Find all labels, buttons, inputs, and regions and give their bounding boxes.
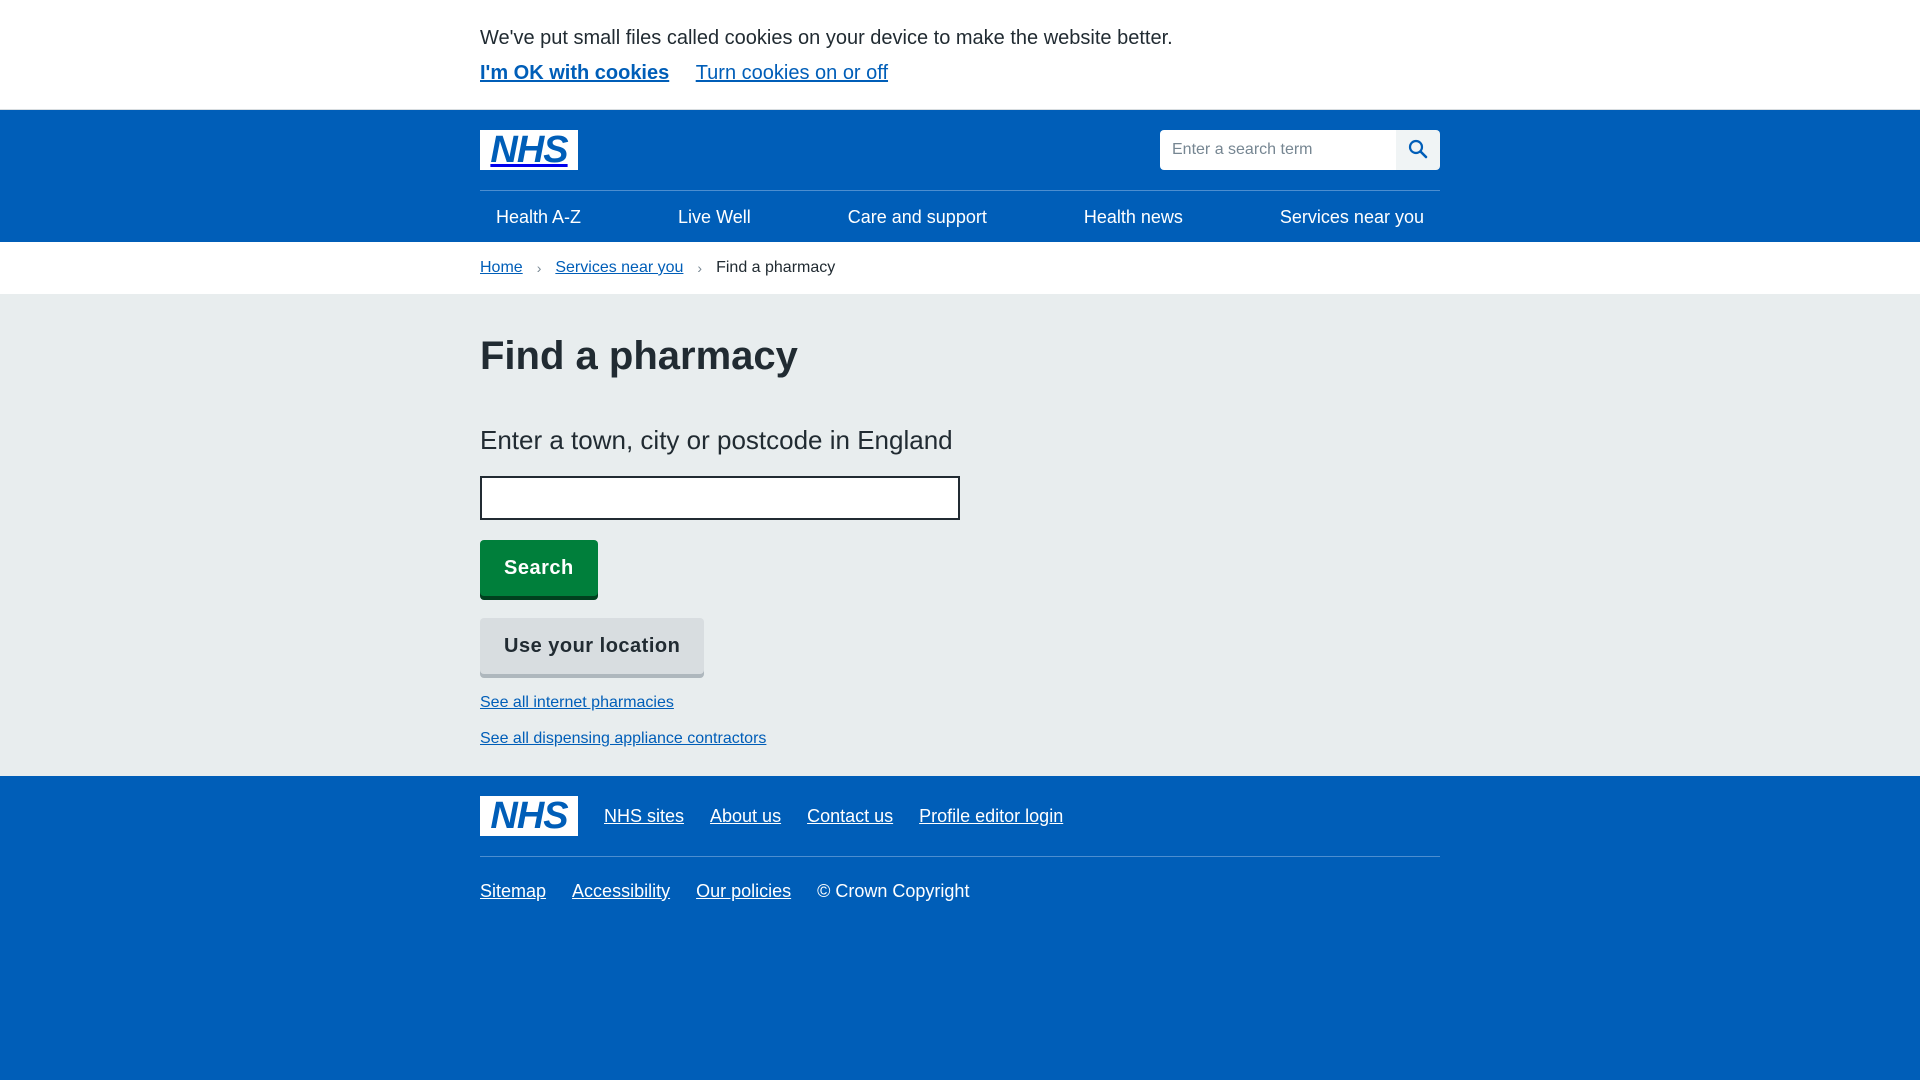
cookie-message: We've put small files called cookies on …: [480, 27, 1173, 49]
nav-health-news[interactable]: Health news: [1068, 207, 1199, 228]
search-submit-button[interactable]: [1396, 130, 1440, 170]
breadcrumb-services-near-you[interactable]: Services near you: [555, 259, 683, 277]
breadcrumb-current: Find a pharmacy: [716, 259, 836, 276]
cookie-settings-link[interactable]: Turn cookies on or off: [696, 62, 888, 84]
nhs-logo-text: NHS: [490, 129, 568, 171]
search-input[interactable]: [1160, 130, 1396, 170]
location-input-label: Enter a town, city or postcode in Englan…: [480, 425, 953, 455]
site-footer: NHS NHS sites About us Contact us Profil…: [0, 776, 1920, 1080]
footer-link-profile-editor-login[interactable]: Profile editor login: [919, 806, 1063, 827]
use-location-button[interactable]: Use your location: [480, 618, 705, 674]
footer-nhs-logo[interactable]: NHS: [480, 796, 578, 836]
internet-pharmacies-link[interactable]: See all internet pharmacies: [480, 694, 1440, 712]
footer-link-contact-us[interactable]: Contact us: [807, 806, 893, 827]
nhs-logo[interactable]: NHS: [480, 130, 578, 170]
nav-services-near-you[interactable]: Services near you: [1264, 207, 1440, 228]
page-title: Find a pharmacy: [480, 334, 798, 378]
chevron-right-icon: ›: [536, 260, 542, 276]
breadcrumb: Home › Services near you › Find a pharma…: [0, 242, 1920, 294]
main-nav: Health A-Z Live Well Care and support He…: [480, 191, 1440, 243]
nav-care-and-support[interactable]: Care and support: [832, 207, 1003, 228]
footer-link-accessibility[interactable]: Accessibility: [572, 881, 670, 902]
search-button[interactable]: Search: [480, 540, 598, 596]
footer-link-our-policies[interactable]: Our policies: [696, 881, 791, 902]
footer-link-sitemap[interactable]: Sitemap: [480, 881, 546, 902]
cookie-links: I'm OK with cookies Turn cookies on or o…: [480, 62, 1440, 85]
location-input[interactable]: [480, 476, 960, 520]
accept-cookies-link[interactable]: I'm OK with cookies: [480, 62, 669, 84]
footer-link-nhs-sites[interactable]: NHS sites: [604, 806, 684, 827]
main-content: Find a pharmacy Enter a town, city or po…: [0, 294, 1920, 776]
search-icon: [1408, 139, 1428, 162]
appliance-contractors-link[interactable]: See all dispensing appliance contractors: [480, 730, 1440, 748]
footer-link-about-us[interactable]: About us: [710, 806, 781, 827]
site-header: NHS Health A-Z Live Well Care and suppor…: [0, 110, 1920, 242]
chevron-right-icon: ›: [697, 260, 703, 276]
footer-top: NHS NHS sites About us Contact us Profil…: [480, 776, 1440, 857]
copyright-text: © Crown Copyright: [817, 880, 970, 901]
footer-bottom: Sitemap Accessibility Our policies © Cro…: [480, 857, 1440, 925]
nav-live-well[interactable]: Live Well: [662, 207, 767, 228]
cookie-banner: We've put small files called cookies on …: [0, 0, 1920, 110]
breadcrumb-home[interactable]: Home: [480, 259, 523, 277]
header-top: NHS: [480, 110, 1440, 191]
footer-nhs-logo-text: NHS: [490, 795, 568, 837]
header-search: [1160, 130, 1440, 170]
nav-health-a-z[interactable]: Health A-Z: [480, 207, 597, 228]
